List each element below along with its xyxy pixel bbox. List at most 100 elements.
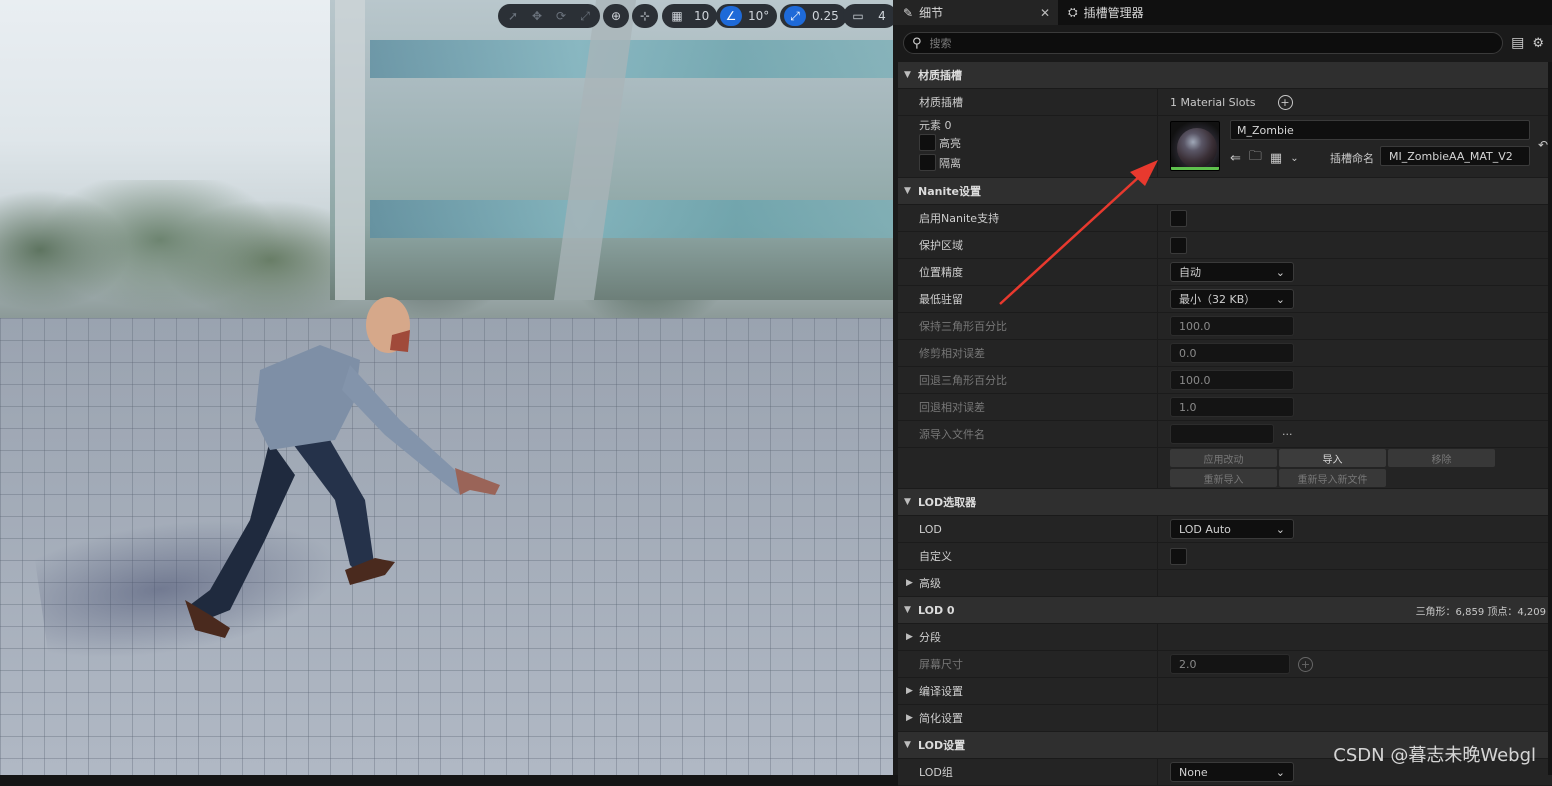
property-label: LOD [898,516,1158,542]
property-row: 材质插槽 1 Material Slots + [898,89,1552,116]
slot-name-value: MI_ZombieAA_MAT_V2 [1389,149,1513,163]
transform-tools-group: ➚ ✥ ⟳ ⤢ [498,4,600,28]
expand-down-icon: ▼ [904,70,911,80]
search-input[interactable]: ⚲ 搜索 [903,32,1504,54]
property-label: 回退三角形百分比 [898,367,1158,393]
tab-details[interactable]: ✎ 细节 ✕ [893,0,1058,25]
rotation-snap-value[interactable]: 10° [744,6,773,26]
details-panel: ✎ 细节 ✕ ⛭ 插槽管理器 ⚲ 搜索 ▤ ⚙ ▼ 材质插槽 材质插槽 1 Ma… [893,0,1552,786]
min-residency-dropdown[interactable]: 最小（32 KB） ⌄ [1170,289,1294,309]
category-lod-picker[interactable]: ▼ LOD选取器 [898,489,1552,516]
add-slot-icon[interactable]: + [1277,94,1293,110]
keep-triangle-percent-field: 100.0 [1170,316,1294,336]
property-label: 启用Nanite支持 [898,205,1158,231]
empty-cell [898,448,1158,488]
reset-arrow-icon[interactable]: ↶ [1538,138,1548,152]
grid-snap-value[interactable]: 10 [690,6,713,26]
source-file-field [1170,424,1274,444]
property-label: 自定义 [898,543,1158,569]
material-name: M_Zombie [1237,123,1294,137]
property-label: 简化设置 [919,712,963,725]
field-value: 100.0 [1179,373,1211,387]
local-world-toggle[interactable]: ⊕ [603,4,629,28]
slot-name-label: 插槽命名 [1330,152,1374,165]
zombie-character-model[interactable] [170,290,510,650]
checker-icon[interactable]: ▦ [1270,151,1282,166]
rotation-snap-group: ∠ 10° [716,4,778,28]
advanced-group-row[interactable]: ▶ 高级 [898,570,1552,597]
build-settings-group-row[interactable]: ▶ 编译设置 [898,678,1552,705]
lod-dropdown[interactable]: LOD Auto ⌄ [1170,519,1294,539]
close-icon[interactable]: ✕ [1040,6,1050,20]
level-viewport[interactable]: ➚ ✥ ⟳ ⤢ ⊕ ⊹ ▦ 10 ∠ 10° ⤢ 0.25 ▭ 4 [0,0,893,775]
isolate-option[interactable]: 隔离 [919,154,961,171]
scale-snap-value[interactable]: 0.25 [808,6,843,26]
property-label: 回退相对误差 [898,394,1158,420]
property-row: 保持三角形百分比 100.0 [898,313,1552,340]
dropdown-value: 最小（32 KB） [1179,293,1256,306]
property-row: 自定义 [898,543,1552,570]
fallback-relative-error-field: 1.0 [1170,397,1294,417]
apply-changes-button[interactable]: 应用改动 [1170,449,1277,467]
sections-group-row[interactable]: ▶ 分段 [898,624,1552,651]
custom-lod-checkbox[interactable] [1170,547,1187,565]
rotate-tool-icon[interactable]: ⟳ [550,6,572,26]
scrollbar[interactable] [1548,62,1552,775]
import-button[interactable]: 导入 [1279,449,1386,467]
category-title: LOD设置 [918,739,966,752]
surface-snap-toggle[interactable]: ⊹ [632,4,658,28]
position-precision-dropdown[interactable]: 自动 ⌄ [1170,262,1294,282]
select-tool-icon[interactable]: ➚ [502,6,524,26]
slot-name-field[interactable]: MI_ZombieAA_MAT_V2 [1380,146,1530,166]
add-screen-size-icon: + [1298,656,1313,672]
chevron-down-icon[interactable]: ⌄ [1290,153,1298,164]
move-tool-icon[interactable]: ✥ [526,6,548,26]
enable-nanite-checkbox[interactable] [1170,209,1187,227]
preserve-area-checkbox[interactable] [1170,236,1187,254]
material-thumbnail[interactable] [1170,121,1220,171]
category-title: Nanite设置 [918,185,981,198]
expand-down-icon: ▼ [904,605,911,615]
reimport-new-file-button[interactable]: 重新导入新文件 [1279,469,1386,487]
property-label: 保护区域 [898,232,1158,258]
scale-snap-group: ⤢ 0.25 [780,4,847,28]
property-row: 启用Nanite支持 [898,205,1552,232]
use-selected-icon[interactable]: ⇐ [1230,151,1241,166]
expand-right-icon: ▶ [906,686,913,696]
property-row: 修剪相对误差 0.0 [898,340,1552,367]
camera-speed-value[interactable]: 4 [871,6,893,26]
scale-snap-icon[interactable]: ⤢ [784,6,806,26]
category-lod0[interactable]: ▼ LOD 0 三角形：6,859 顶点：4,209 [898,597,1552,624]
nanite-actions-row: 应用改动 导入 移除 重新导入 重新导入新文件 [898,448,1552,489]
angle-snap-icon[interactable]: ∠ [720,6,742,26]
property-row: 保护区域 [898,232,1552,259]
remove-button[interactable]: 移除 [1388,449,1495,467]
tab-socket-manager[interactable]: ⛭ 插槽管理器 [1058,0,1154,25]
isolate-checkbox[interactable] [919,154,936,171]
category-material-slots[interactable]: ▼ 材质插槽 [898,62,1552,89]
material-asset-picker[interactable]: M_Zombie [1230,120,1530,140]
scale-tool-icon[interactable]: ⤢ [574,6,596,26]
chevron-down-icon: ⌄ [1275,265,1285,279]
property-row: 源导入文件名 ··· [898,421,1552,448]
chevron-down-icon: ⌄ [1275,765,1285,779]
lod-group-dropdown[interactable]: None ⌄ [1170,762,1294,782]
camera-speed-group: ▭ 4 [843,4,893,28]
property-label: 高级 [919,577,941,590]
socket-icon: ⛭ [1068,5,1078,19]
fallback-triangle-percent-field: 100.0 [1170,370,1294,390]
reduction-settings-group-row[interactable]: ▶ 简化设置 [898,705,1552,732]
field-value: 0.0 [1179,346,1197,360]
highlight-checkbox[interactable] [919,134,936,151]
more-options-icon[interactable]: ··· [1282,428,1293,441]
camera-icon[interactable]: ▭ [847,6,869,26]
reimport-button[interactable]: 重新导入 [1170,469,1277,487]
category-nanite-settings[interactable]: ▼ Nanite设置 [898,178,1552,205]
table-view-icon[interactable]: ▤ [1511,35,1524,51]
browse-folder-icon[interactable]: 🗀 [1249,147,1262,169]
building-pillar [335,0,365,300]
grid-snap-icon[interactable]: ▦ [666,6,688,26]
property-label: 最低驻留 [898,286,1158,312]
highlight-option[interactable]: 高亮 [919,134,961,151]
settings-icon[interactable]: ⚙ [1532,36,1544,51]
